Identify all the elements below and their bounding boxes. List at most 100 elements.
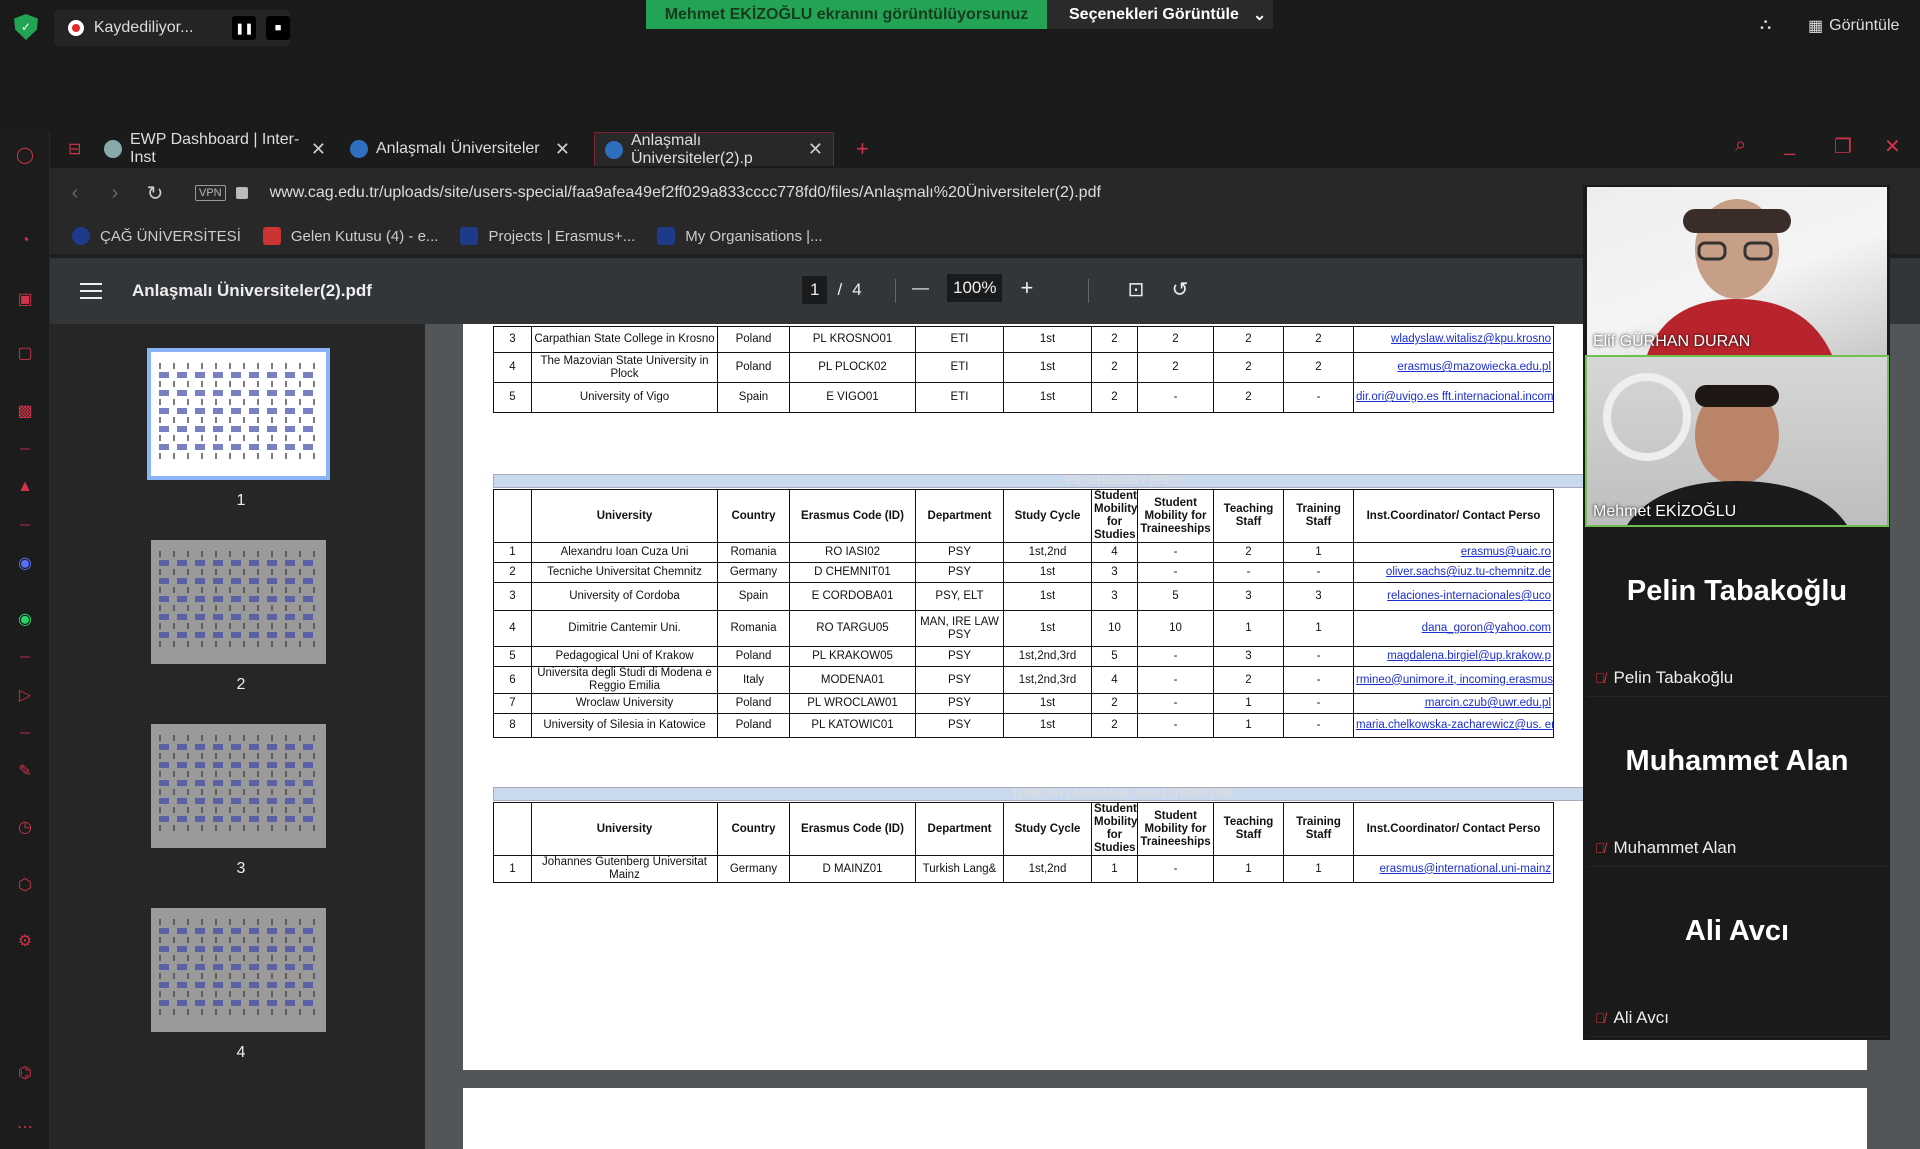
tab-menu-icon[interactable]: ⊟ bbox=[58, 132, 86, 166]
new-tab-button[interactable]: + bbox=[846, 132, 876, 166]
page-thumbnail[interactable] bbox=[151, 908, 326, 1032]
page-thumbnail[interactable] bbox=[151, 540, 326, 664]
participant-tile[interactable]: Pelin Tabakoğlu 🎙̸ Pelin Tabakoğlu bbox=[1587, 529, 1887, 697]
fit-page-icon[interactable]: ⊡ bbox=[1124, 278, 1148, 302]
zoom-level[interactable]: 100% bbox=[947, 274, 1003, 302]
zoom-in-button[interactable]: + bbox=[1020, 275, 1033, 301]
email-link[interactable]: oliver.sachs@iuz.tu-chemnitz.de bbox=[1386, 566, 1551, 578]
lock-icon[interactable] bbox=[235, 187, 248, 199]
page-thumbnail[interactable] bbox=[151, 724, 326, 848]
pause-recording-button[interactable]: ❚❚ bbox=[232, 16, 257, 40]
shopping-bag-icon[interactable]: ▣ bbox=[14, 288, 36, 310]
table-cell: Spain bbox=[717, 582, 790, 611]
history-icon[interactable]: ◷ bbox=[14, 816, 36, 838]
email-link[interactable]: wladyslaw.witalisz@kpu.krosno bbox=[1391, 333, 1551, 345]
snapshot-icon[interactable]: ⌬ bbox=[14, 1062, 36, 1084]
privacy-icon[interactable]: ⛬ bbox=[1760, 16, 1771, 34]
column-header: Department bbox=[915, 802, 1004, 856]
table-cell: 1 bbox=[493, 542, 532, 563]
restore-icon[interactable]: ❐ bbox=[1834, 134, 1852, 159]
table-cell: Germany bbox=[717, 562, 790, 583]
pinboard-icon[interactable]: ✎ bbox=[14, 760, 36, 782]
email-link[interactable]: dana_goron@yahoo.com bbox=[1422, 622, 1551, 634]
player-icon[interactable]: ▷ bbox=[14, 684, 36, 706]
reload-button[interactable]: ↻ bbox=[135, 181, 175, 206]
email-link[interactable]: dir.ori@uvigo.es fft.internacional.incom… bbox=[1356, 391, 1553, 403]
table-cell: - bbox=[1213, 562, 1284, 583]
more-icon[interactable]: ⋯ bbox=[14, 1116, 36, 1138]
table-cell: wladyslaw.witalisz@kpu.krosno bbox=[1353, 326, 1554, 353]
page-number-input[interactable]: 1 bbox=[802, 276, 828, 304]
close-tab-icon[interactable]: ✕ bbox=[808, 139, 823, 160]
close-tab-icon[interactable]: ✕ bbox=[555, 139, 570, 160]
messenger-icon[interactable]: ◉ bbox=[14, 552, 36, 574]
bookmark-item[interactable]: My Organisations |... bbox=[657, 227, 823, 245]
speed-dial-icon[interactable]: ◔ bbox=[14, 230, 36, 252]
email-link[interactable]: relaciones-internacionales@uco bbox=[1387, 590, 1551, 602]
view-options-button[interactable]: Seçenekleri Görüntüle ⌄ bbox=[1047, 0, 1273, 29]
email-link[interactable]: erasmus@uaic.ro bbox=[1461, 546, 1551, 558]
table-cell: Tecniche Universitat Chemnitz bbox=[531, 562, 718, 583]
rotate-icon[interactable]: ↺ bbox=[1168, 278, 1192, 302]
column-header: University bbox=[531, 802, 718, 856]
column-header: Erasmus Code (ID) bbox=[789, 802, 916, 856]
table-cell: 5 bbox=[1137, 582, 1214, 611]
settings-gear-icon[interactable]: ⚙ bbox=[14, 930, 36, 952]
table-cell: 10 bbox=[1091, 610, 1138, 647]
chip-icon[interactable]: ▩ bbox=[14, 400, 36, 422]
column-header: Student Mobility for Studies bbox=[1091, 802, 1138, 856]
table-cell: Romania bbox=[717, 610, 790, 647]
page-thumbnail[interactable] bbox=[147, 348, 330, 480]
record-icon bbox=[68, 20, 84, 36]
email-link[interactable]: erasmus@international.uni-mainz bbox=[1380, 863, 1551, 875]
stop-recording-button[interactable]: ■ bbox=[266, 16, 290, 40]
email-link[interactable]: magdalena.birgiel@up.krakow.p bbox=[1387, 650, 1551, 662]
security-shield-icon[interactable]: ✓ bbox=[14, 14, 38, 40]
search-icon[interactable]: ⌕ bbox=[1735, 134, 1746, 157]
email-link[interactable]: rmineo@unimore.it, incoming.erasmus@unim… bbox=[1356, 674, 1553, 686]
url-field[interactable]: www.cag.edu.tr/uploads/site/users-specia… bbox=[270, 184, 1101, 202]
table-cell: 1st,2nd,3rd bbox=[1003, 646, 1092, 667]
column-header bbox=[493, 802, 532, 856]
participant-video-active[interactable]: Mehmet EKİZOĞLU bbox=[1585, 355, 1889, 527]
participant-video[interactable]: Elif GÜRHAN DURAN bbox=[1587, 187, 1887, 355]
view-button[interactable]: ▦ Görüntüle bbox=[1808, 16, 1899, 36]
close-window-icon[interactable]: ✕ bbox=[1884, 134, 1901, 159]
twitch-icon[interactable]: ▢ bbox=[14, 342, 36, 364]
forward-button[interactable]: › bbox=[95, 182, 135, 205]
table-cell: Carpathian State College in Krosno bbox=[531, 326, 718, 353]
table-cell: E VIGO01 bbox=[789, 382, 916, 413]
table-cell: Dimitrie Cantemir Uni. bbox=[531, 610, 718, 647]
table-cell: - bbox=[1137, 382, 1214, 413]
whatsapp-icon[interactable]: ◉ bbox=[14, 608, 36, 630]
tab-anlasmali-universiteler-2[interactable]: Anlaşmalı Üniversiteler(2).p ✕ bbox=[594, 132, 834, 167]
menu-icon[interactable] bbox=[80, 283, 102, 299]
bookmark-item[interactable]: ÇAĞ ÜNİVERSİTESİ bbox=[72, 227, 241, 245]
muted-mic-icon: 🎙̸ bbox=[1595, 1010, 1606, 1026]
back-button[interactable]: ‹ bbox=[55, 182, 95, 205]
minimize-icon[interactable]: _ bbox=[1784, 134, 1795, 157]
close-tab-icon[interactable]: ✕ bbox=[311, 139, 326, 160]
tab-anlasmali-universiteler[interactable]: Anlaşmalı Üniversiteler ✕ bbox=[340, 132, 580, 166]
table-cell: Poland bbox=[717, 693, 790, 714]
table-cell: - bbox=[1137, 713, 1214, 738]
zoom-out-button[interactable]: — bbox=[912, 278, 929, 298]
email-link[interactable]: erasmus@mazowiecka.edu.pl bbox=[1397, 361, 1551, 373]
participant-tile[interactable]: Ali Avcı 🎙̸ Ali Avcı bbox=[1587, 869, 1887, 1037]
table-cell: PSY bbox=[915, 713, 1004, 738]
bookmark-item[interactable]: Gelen Kutusu (4) - e... bbox=[262, 227, 438, 245]
tab-ewp-dashboard[interactable]: EWP Dashboard | Inter-Inst ✕ bbox=[94, 131, 336, 166]
email-link[interactable]: maria.chelkowska-zacharewicz@us. erasmus… bbox=[1356, 719, 1553, 731]
toolbar-divider bbox=[895, 279, 896, 303]
opera-logo-icon[interactable]: ◯ bbox=[14, 144, 36, 166]
table-cell: 1st bbox=[1003, 610, 1092, 647]
aria-icon[interactable]: ▲ bbox=[14, 476, 36, 498]
email-link[interactable]: marcin.czub@uwr.edu.pl bbox=[1425, 697, 1551, 709]
vpn-badge[interactable]: VPN bbox=[195, 185, 226, 201]
chevron-down-icon: ⌄ bbox=[1252, 6, 1267, 24]
extensions-icon[interactable]: ⬡ bbox=[14, 874, 36, 896]
bookmark-item[interactable]: Projects | Erasmus+... bbox=[460, 227, 635, 245]
participant-tile[interactable]: Muhammet Alan 🎙̸ Muhammet Alan bbox=[1587, 699, 1887, 867]
table-row: 1 Johannes Gutenberg Universitat Mainz Ger… bbox=[493, 855, 1554, 883]
column-header: Student Mobility for Traineeships bbox=[1137, 489, 1214, 543]
